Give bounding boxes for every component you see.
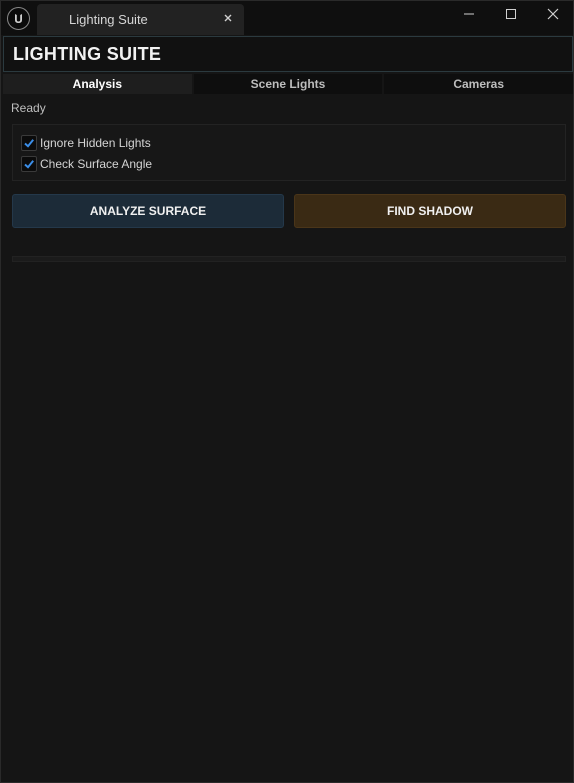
tab-analysis[interactable]: Analysis [3, 74, 192, 94]
progress-bar [12, 256, 566, 262]
ignore-hidden-lights-label: Ignore Hidden Lights [40, 136, 151, 150]
ignore-hidden-lights-option[interactable]: Ignore Hidden Lights [21, 135, 151, 151]
document-tab[interactable]: Lighting Suite [37, 4, 244, 35]
close-tab-icon[interactable] [222, 12, 234, 24]
unreal-logo-icon[interactable] [7, 7, 30, 30]
maximize-icon[interactable] [491, 1, 531, 27]
ignore-hidden-lights-checkbox[interactable] [21, 135, 37, 151]
tab-bar: Analysis Scene Lights Cameras [3, 74, 574, 94]
editor-window: Lighting Suite LIGHTING SUITE Analysis S… [0, 0, 574, 783]
status-text: Ready [11, 101, 46, 115]
check-surface-angle-checkbox[interactable] [21, 156, 37, 172]
title-bar[interactable]: Lighting Suite [1, 1, 573, 35]
checkmark-icon [24, 139, 34, 148]
checkmark-icon [24, 160, 34, 169]
tab-cameras[interactable]: Cameras [384, 74, 574, 94]
check-surface-angle-option[interactable]: Check Surface Angle [21, 156, 152, 172]
analyze-surface-button[interactable]: ANALYZE SURFACE [12, 194, 284, 228]
options-group: Ignore Hidden Lights Check Surface Angle [12, 124, 566, 181]
close-icon[interactable] [533, 1, 573, 27]
tab-scene-lights[interactable]: Scene Lights [193, 74, 383, 94]
document-tab-label: Lighting Suite [69, 12, 148, 27]
page-title: LIGHTING SUITE [13, 44, 162, 64]
panel-header: LIGHTING SUITE [3, 36, 573, 72]
minimize-icon[interactable] [449, 1, 489, 27]
check-surface-angle-label: Check Surface Angle [40, 157, 153, 171]
find-shadow-button[interactable]: FIND SHADOW [294, 194, 566, 228]
